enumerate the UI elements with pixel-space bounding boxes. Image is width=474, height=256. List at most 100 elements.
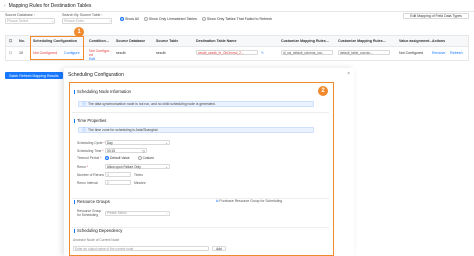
mapping-rule-2[interactable]: default_table_conven...	[338, 50, 390, 55]
num-reruns-unit: Times	[134, 172, 143, 177]
resource-groups-section-title: Resource Groups	[74, 199, 110, 204]
rerun-interval-unit: Minutes	[134, 180, 146, 185]
num-reruns-input[interactable]: 3	[105, 172, 131, 177]
external-link-icon: ⧉	[216, 199, 219, 203]
node-info-section-title: Scheduling Node Information	[74, 89, 131, 94]
dependency-title-text: Scheduling Dependency	[77, 228, 123, 233]
radio-unmatched[interactable]: Show Only Unmatched Tables	[143, 17, 197, 21]
cycle-select[interactable]: Day ⌄	[105, 140, 170, 145]
col-no: No.	[19, 39, 25, 43]
col-mapping-2: Customize Mapping Rules...	[338, 39, 386, 43]
time-row: Scheduling Time * 00:15 ◷	[77, 148, 147, 153]
radio-failed[interactable]: Show Only Tables That Failed to Refresh	[201, 17, 273, 21]
edit-icon[interactable]: ✎	[261, 51, 264, 55]
time-label: Scheduling Time *	[77, 148, 104, 153]
chevron-down-icon: ⌄	[51, 19, 54, 23]
step-badge-2: 2	[318, 86, 328, 96]
radio-checked-icon	[120, 17, 124, 21]
source-table-input[interactable]: Please Enter ⌕	[62, 18, 112, 24]
select-all-checkbox[interactable]: ☐	[9, 39, 12, 43]
page-title: Mapping Rules for Destination Tables	[8, 2, 92, 9]
rerun-label-text: Rerun	[77, 164, 86, 169]
radio-unmatched-label: Show Only Unmatched Tables	[148, 17, 197, 21]
col-condition: Condition...	[89, 39, 109, 43]
rerun-select[interactable]: Allow upon Failure Only ⌄	[105, 164, 170, 169]
rerun-label: Rerun *	[77, 164, 89, 169]
radio-unchecked-icon	[137, 156, 142, 160]
info-icon: ⓘ	[82, 127, 86, 132]
col-dest-table: Destination Table Name	[196, 39, 237, 43]
time-props-title-text: Time Properties	[77, 118, 107, 123]
col-source-table: Source Table	[156, 39, 179, 43]
panel-title: Scheduling Configuration	[68, 72, 124, 78]
back-icon[interactable]: ‹	[4, 3, 6, 9]
source-table-filter: Search By Source Table : Please Enter ⌕	[62, 13, 112, 24]
radio-show-all-label: Show All	[125, 17, 139, 21]
step-badge-1: 1	[74, 27, 84, 37]
node-info-notice-text: The data synchronization node is not run…	[88, 102, 216, 106]
dependency-section-title: Scheduling Dependency	[74, 228, 122, 233]
source-db-select[interactable]: Please Select ⌄	[5, 18, 55, 24]
condition-edit-link[interactable]: Edit	[89, 57, 95, 61]
info-icon: ⓘ	[82, 101, 86, 106]
source-db-filter: Source Database : Please Select ⌄	[5, 13, 55, 24]
scheduling-config-panel: Scheduling Configuration × 2 Scheduling …	[64, 68, 354, 256]
num-reruns-label: Number of Reruns	[77, 172, 104, 177]
source-table-value: sesdb	[156, 51, 166, 55]
ancestor-label: Ancestor Node of Current Node	[73, 238, 120, 242]
timeout-custom-label: Custom	[142, 156, 154, 160]
dest-table-input[interactable]: sesdb_sesdb_fe_ObCmnsd_2...	[196, 50, 258, 55]
value-assign-status: Not Configured	[399, 51, 424, 55]
mapping-rule-1-value: di_ssi_default_schema_nar...	[281, 50, 333, 55]
cycle-label: Scheduling Cycle *	[77, 140, 105, 145]
col-actions: Actions	[432, 39, 446, 43]
rerun-value: Allow upon Failure Only	[107, 164, 141, 169]
source-table-placeholder: Please Enter	[64, 19, 85, 23]
dest-table-value: sesdb_sesdb_fe_ObCmnsd_2...	[196, 50, 258, 55]
add-ancestor-button[interactable]: Add	[212, 246, 226, 251]
resource-group-select[interactable]: Please Select ⌄	[105, 210, 170, 216]
rerun-row: Rerun * Allow upon Failure Only ⌄	[77, 164, 170, 169]
rerun-interval-label: Rerun Interval	[77, 180, 98, 185]
timeout-default-radio[interactable]: Default Value	[105, 156, 130, 160]
batch-refresh-button[interactable]: Batch Refresh Mapping Results	[5, 72, 63, 79]
cycle-value: Day	[107, 140, 113, 145]
row-checkbox[interactable]: ☐	[9, 51, 12, 55]
timeout-custom-radio[interactable]: Custom	[137, 156, 154, 160]
highlight-box-1	[30, 36, 84, 60]
remove-link[interactable]: Remove	[432, 51, 445, 55]
timeout-label: Timeout Period *	[77, 156, 102, 160]
resource-group-row: Resource Group for Scheduling Please Sel…	[77, 209, 170, 217]
node-info-notice: ⓘ The data synchronization node is not r…	[78, 101, 314, 107]
search-icon: ⌕	[109, 19, 111, 23]
source-db-value: sesdb	[116, 51, 126, 55]
time-label-text: Scheduling Time	[77, 148, 102, 153]
cycle-row: Scheduling Cycle * Day ⌄	[77, 140, 170, 145]
row-no: 10	[19, 51, 23, 55]
chevron-down-icon: ⌄	[165, 140, 168, 145]
app-root: ‹ Mapping Rules for Destination Tables S…	[0, 0, 474, 256]
rerun-interval-input[interactable]: 2	[105, 180, 131, 185]
ancestor-input[interactable]: Enter an output name of the current node	[73, 246, 209, 251]
timezone-notice-text: The time zone for scheduling is Asia/Sha…	[88, 128, 158, 132]
mapping-rule-1[interactable]: di_ssi_default_schema_nar...	[281, 50, 333, 55]
resource-group-label: Resource Group for Scheduling	[77, 209, 102, 217]
section-bar-icon	[74, 228, 75, 233]
chevron-down-icon: ⌄	[165, 211, 168, 215]
section-bar-icon	[74, 89, 75, 94]
radio-show-all[interactable]: Show All	[120, 17, 139, 21]
close-icon[interactable]: ×	[347, 71, 350, 77]
edit-mapping-button[interactable]: Edit Mapping of Field Data Types	[403, 13, 469, 19]
radio-failed-label: Show Only Tables That Failed to Refresh	[206, 17, 273, 21]
table-filter-radios: Show All Show Only Unmatched Tables Show…	[120, 17, 272, 21]
time-picker[interactable]: 00:15 ◷	[105, 148, 147, 153]
purchase-resource-link[interactable]: ⧉ Purchase Resource Group for Scheduling	[216, 199, 282, 203]
timeout-label-text: Timeout Period	[77, 156, 100, 160]
refresh-link[interactable]: Refresh	[450, 51, 463, 55]
clock-icon: ◷	[142, 148, 145, 153]
timeout-default-label: Default Value	[110, 156, 130, 160]
resource-groups-title-text: Resource Groups	[77, 199, 110, 204]
col-value-assign: Value assignment...	[399, 39, 433, 43]
node-info-title-text: Scheduling Node Information	[77, 89, 132, 94]
source-db-label: Source Database :	[5, 13, 35, 17]
